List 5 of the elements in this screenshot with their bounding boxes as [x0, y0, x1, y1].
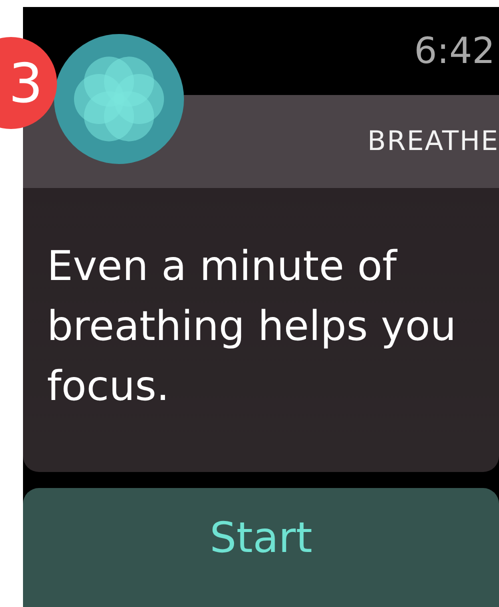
- start-button[interactable]: Start: [23, 488, 499, 607]
- time: 6:42: [414, 30, 495, 72]
- badge: 3: [0, 37, 57, 129]
- message: Even a minute of breathing helps you focus.: [47, 241, 458, 412]
- app-name: BREATHE: [367, 126, 499, 157]
